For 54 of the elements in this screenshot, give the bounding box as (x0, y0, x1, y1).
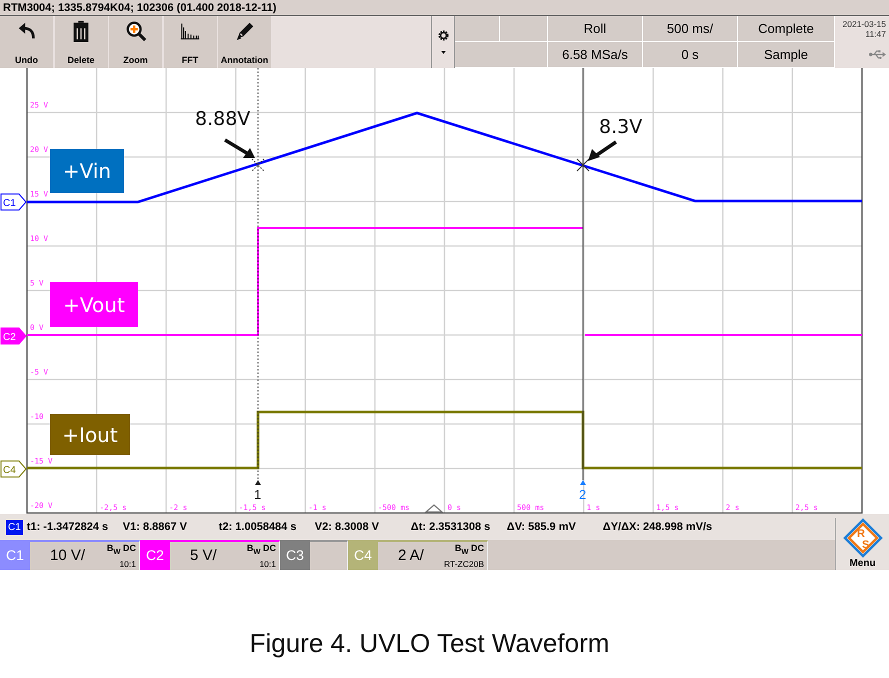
measurement-value: t2: 1.0058484 s (218, 521, 298, 533)
coupling-text: B$_{W}$ DC (454, 543, 484, 556)
cross-marker-icon (252, 158, 264, 172)
measurement-value: ΔY/ΔX: 248.998 mV/s (602, 521, 712, 533)
usb-icon (869, 50, 886, 59)
cross-marker-icon (576, 158, 590, 172)
toolbar-button[interactable]: Delete (54, 16, 108, 68)
probe-text: 10:1 (119, 559, 136, 569)
probe-text: RT-ZC20B (444, 559, 484, 569)
status-cell[interactable]: Complete (738, 16, 835, 42)
status-cell[interactable]: 6.58 MSa/s (548, 42, 643, 68)
channel-marker[interactable]: C1 (0, 194, 27, 210)
measurement-value: V1: 8.8867 V (122, 521, 188, 533)
scale-value: 5 V/ (190, 547, 217, 564)
channel-marker[interactable]: C4 (0, 460, 27, 478)
probe-text: 10:1 (259, 559, 276, 569)
zoom-icon (124, 20, 146, 42)
status-cell (455, 16, 500, 42)
caret-icon[interactable] (440, 51, 446, 54)
channel-settings[interactable]: 2 A/ B$_{W}$ DC RT-ZC20B (378, 540, 488, 570)
coupling-text: B$_{W}$ DC (246, 543, 276, 556)
time-text: 11:47 (865, 29, 886, 39)
toolbar-button[interactable]: Annotation (218, 16, 271, 68)
channel-tab[interactable]: C3 (280, 540, 310, 570)
arrow (224, 138, 255, 158)
coupling-text: B$_{W}$ DC (106, 543, 136, 556)
measurement-value: ΔV: 585.9 mV (506, 521, 577, 533)
trace-label: +Vout (50, 282, 138, 327)
status-cell[interactable]: Sample (738, 42, 835, 68)
status-cell (500, 16, 548, 42)
trace-label: +Vin (50, 149, 124, 193)
cursor-line[interactable]: 1 (254, 68, 262, 502)
annotation-text: 8.88V (195, 108, 250, 130)
source-badge[interactable]: C1 (6, 520, 23, 534)
date-text: 2021-03-15 (842, 19, 886, 29)
scale-value: 2 A/ (398, 547, 424, 564)
status-cell[interactable]: 500 ms/ (643, 16, 738, 42)
measurement-value: t1: -1.3472824 s (26, 521, 110, 533)
toolbar-button[interactable]: Undo (0, 16, 53, 68)
scale-value: 10 V/ (50, 547, 86, 564)
trace-label: +Iout (50, 414, 130, 455)
measurement-value: Δt: 2.3531308 s (410, 521, 492, 533)
window-title: RTM3004; 1335.8794K04; 102306 (01.400 2018-12-11) (0, 0, 889, 16)
status-cell[interactable]: Roll (548, 16, 643, 42)
measurement-value: V2: 8.3008 V (314, 521, 380, 533)
trigger-marker-icon (424, 504, 444, 513)
cursor-line[interactable]: 2 (579, 68, 586, 502)
toolbar-button[interactable]: FFT (164, 16, 216, 68)
figure-caption: Figure 4. UVLO Test Waveform (250, 628, 610, 660)
annotation-text: 8.3V (599, 116, 642, 138)
toolbar-button[interactable]: Zoom (109, 16, 162, 68)
arrow (588, 140, 617, 161)
status-cell[interactable]: 0 s (643, 42, 738, 68)
settings-icon[interactable] (438, 30, 448, 41)
